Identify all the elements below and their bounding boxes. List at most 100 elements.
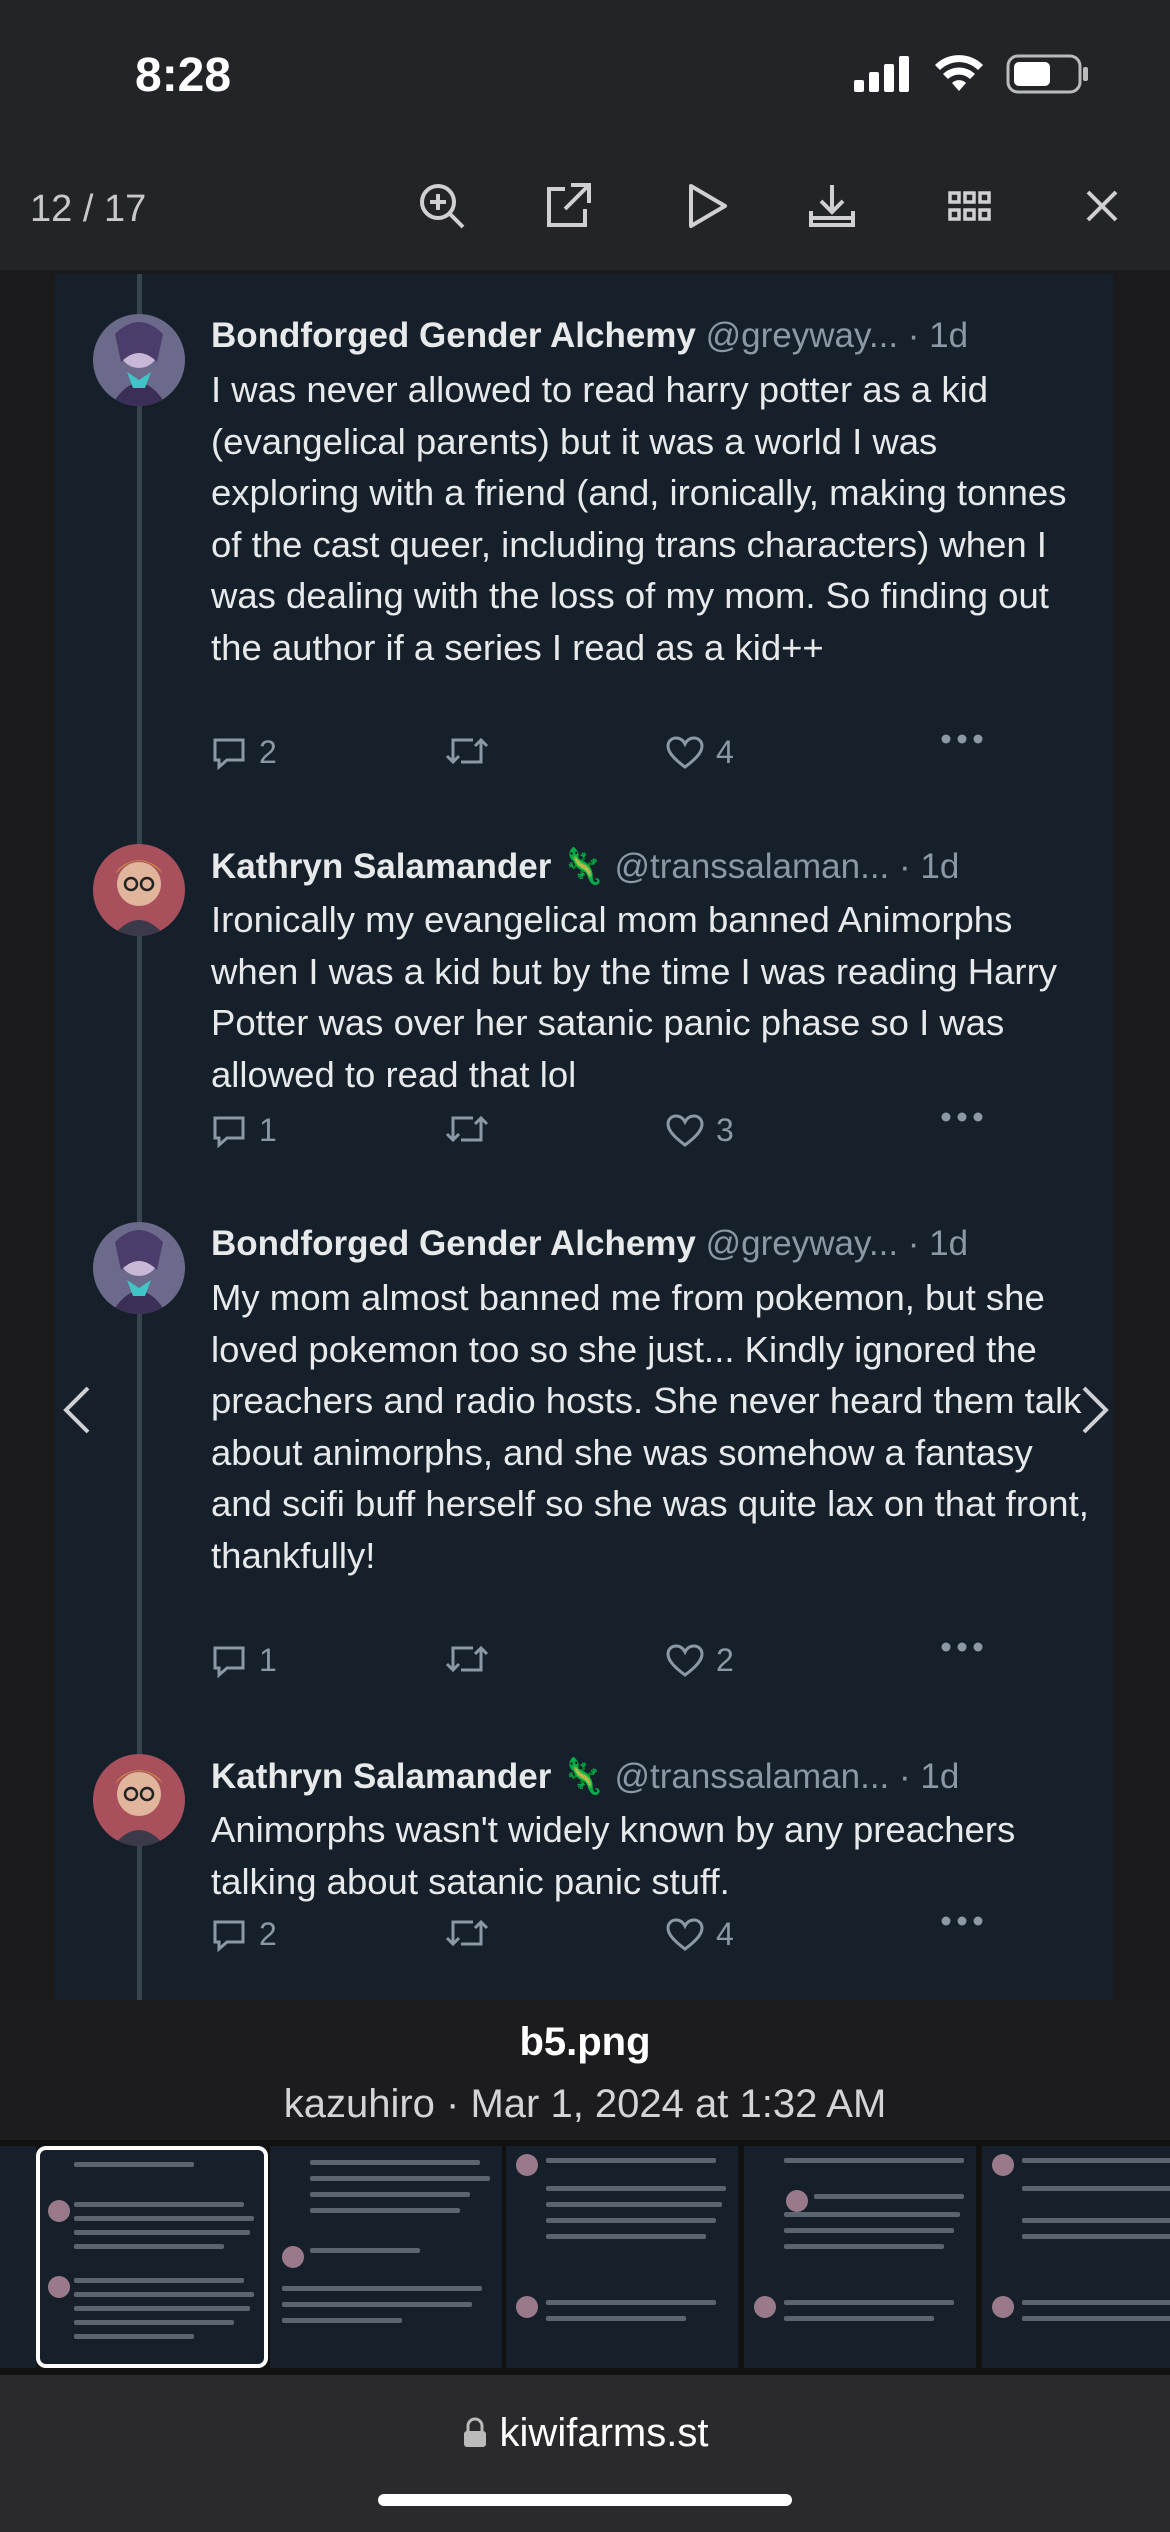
name-emoji: 🦎 — [561, 847, 605, 886]
status-icons — [854, 54, 1090, 94]
url-display: kiwifarms.st — [0, 2411, 1170, 2456]
image-counter: 12 / 17 — [30, 188, 147, 230]
download-icon — [809, 185, 855, 227]
chevron-left-icon — [63, 1386, 90, 1434]
zoom-in-icon — [420, 184, 465, 229]
heart-icon — [666, 1113, 704, 1147]
previous-image-button[interactable] — [56, 1380, 96, 1440]
tweet-header: Bondforged Gender Alchemy @greyway... · … — [211, 1224, 968, 1264]
grid-icon — [948, 191, 991, 221]
retweet-icon — [445, 1115, 489, 1143]
avatar — [93, 1754, 185, 1846]
open-external-button[interactable] — [538, 176, 598, 236]
more-action — [941, 1916, 983, 1926]
retweet-action — [443, 1916, 503, 1950]
tweet-text: Animorphs wasn't widely known by any pre… — [211, 1809, 1016, 1902]
tweet-actions: 1 3 — [211, 1112, 983, 1162]
status-bar: 8:28 — [0, 0, 1170, 140]
reply-count: 1 — [259, 1112, 277, 1148]
retweet-action — [443, 734, 503, 768]
next-image-button[interactable] — [1076, 1380, 1116, 1440]
avatar-photo-icon — [93, 1754, 185, 1846]
tweet-actions: 2 4 — [211, 1916, 983, 1966]
screenshot-image: Bondforged Gender Alchemy @greyway... · … — [55, 274, 1113, 2004]
cellular-signal-icon — [854, 56, 909, 92]
thumbnail-selected[interactable] — [36, 2146, 268, 2368]
more-options-icon — [941, 1916, 983, 1926]
lock-icon — [463, 2417, 486, 2447]
handle: @greyway... — [705, 1224, 899, 1263]
browser-address-bar[interactable]: kiwifarms.st — [0, 2375, 1170, 2532]
thumbnail-strip — [0, 2140, 1170, 2375]
close-icon — [1086, 190, 1118, 222]
more-options-icon — [941, 1112, 983, 1122]
close-button[interactable] — [1072, 176, 1132, 236]
heart-icon — [666, 1643, 704, 1677]
thumbnail[interactable] — [982, 2146, 1170, 2368]
heart-icon — [666, 735, 704, 769]
display-name: Kathryn Salamander — [211, 847, 552, 886]
tweet-time: · 1d — [899, 1757, 960, 1796]
retweet-icon — [445, 1645, 489, 1673]
like-count: 3 — [716, 1112, 734, 1148]
like-action: 3 — [666, 1112, 734, 1149]
reply-action: 1 — [211, 1642, 277, 1679]
avatar — [93, 314, 185, 406]
status-time: 8:28 — [135, 49, 232, 102]
slideshow-button[interactable] — [676, 176, 736, 236]
heart-icon — [666, 1917, 704, 1951]
reply-icon — [213, 1646, 245, 1678]
thumbnail[interactable] — [0, 2146, 36, 2368]
more-action — [941, 734, 983, 744]
tweet-text: My mom almost banned me from pokemon, bu… — [211, 1277, 1089, 1576]
tweet-header: Bondforged Gender Alchemy @greyway... · … — [211, 316, 968, 356]
like-count: 2 — [716, 1642, 734, 1678]
battery-icon — [1006, 54, 1088, 94]
thread-line — [137, 274, 142, 2004]
display-name: Kathryn Salamander — [211, 1757, 552, 1796]
avatar — [93, 844, 185, 936]
display-name: Bondforged Gender Alchemy — [211, 1224, 696, 1263]
thumbnail[interactable] — [744, 2146, 976, 2368]
home-indicator[interactable] — [378, 2494, 792, 2506]
reply-icon — [213, 738, 245, 770]
display-name: Bondforged Gender Alchemy — [211, 316, 696, 355]
chevron-right-icon — [1082, 1386, 1109, 1434]
thumbnails-grid-button[interactable] — [940, 176, 1000, 236]
retweet-action — [443, 1642, 503, 1676]
zoom-in-button[interactable] — [412, 176, 472, 236]
tweet-actions: 2 4 — [211, 734, 983, 784]
thumbnail[interactable] — [270, 2146, 502, 2368]
retweet-icon — [445, 737, 489, 765]
viewer-toolbar: 12 / 17 — [0, 140, 1170, 270]
reply-action: 2 — [211, 1916, 277, 1953]
reply-count: 1 — [259, 1642, 277, 1678]
reply-icon — [213, 1920, 245, 1952]
more-action — [941, 1642, 983, 1652]
handle: @transsalaman... — [614, 847, 890, 886]
tweet-time: · 1d — [907, 1224, 969, 1263]
reply-count: 2 — [259, 1916, 277, 1952]
tweet-text: Ironically my evangelical mom banned Ani… — [211, 899, 1057, 1095]
download-button[interactable] — [802, 176, 862, 236]
handle: @transsalaman... — [614, 1757, 890, 1796]
image-viewer: Bondforged Gender Alchemy @greyway... · … — [0, 270, 1170, 2004]
external-link-icon — [547, 183, 591, 227]
like-count: 4 — [716, 734, 734, 770]
avatar-illustration-icon — [93, 314, 185, 406]
play-icon — [689, 184, 727, 228]
like-action: 2 — [666, 1642, 734, 1679]
avatar-illustration-icon — [93, 1222, 185, 1314]
upload-meta: kazuhiro · Mar 1, 2024 at 1:32 AM — [283, 2082, 887, 2126]
reply-action: 2 — [211, 734, 277, 771]
thumbnail[interactable] — [506, 2146, 738, 2368]
reply-action: 1 — [211, 1112, 277, 1149]
avatar — [93, 1222, 185, 1314]
tweet-text: I was never allowed to read harry potter… — [211, 369, 1067, 668]
more-action — [941, 1112, 983, 1122]
reply-icon — [213, 1116, 245, 1148]
avatar-photo-icon — [93, 844, 185, 936]
tweet-time: · 1d — [907, 316, 969, 355]
tweet-actions: 1 2 — [211, 1642, 983, 1692]
wifi-icon — [935, 55, 983, 91]
